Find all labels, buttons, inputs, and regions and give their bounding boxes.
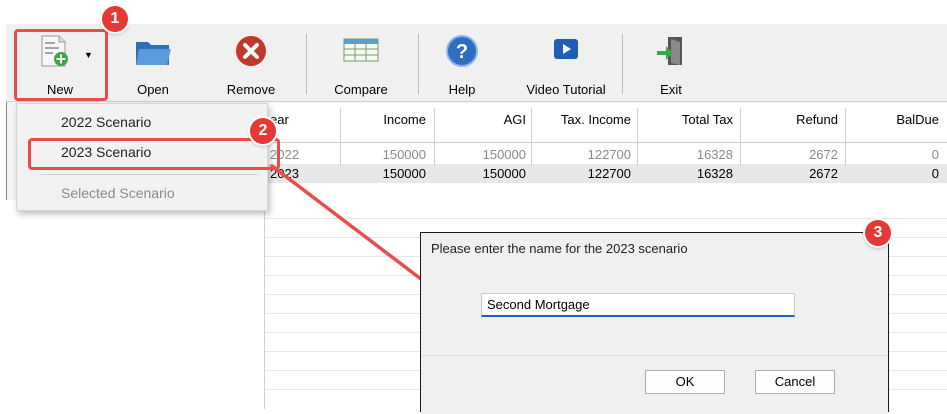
cancel-button[interactable]: Cancel xyxy=(755,370,835,394)
callout-badge-1: 1 xyxy=(102,6,128,32)
scenario-name-input[interactable] xyxy=(481,293,795,317)
callout-badge-3: 3 xyxy=(865,220,891,246)
dialog-prompt: Please enter the name for the 2023 scena… xyxy=(431,241,688,256)
ok-button[interactable]: OK xyxy=(645,370,725,394)
callout-badge-2: 2 xyxy=(250,118,276,144)
scenario-name-dialog: Please enter the name for the 2023 scena… xyxy=(420,232,889,414)
dialog-button-bar: OK Cancel xyxy=(421,355,888,414)
